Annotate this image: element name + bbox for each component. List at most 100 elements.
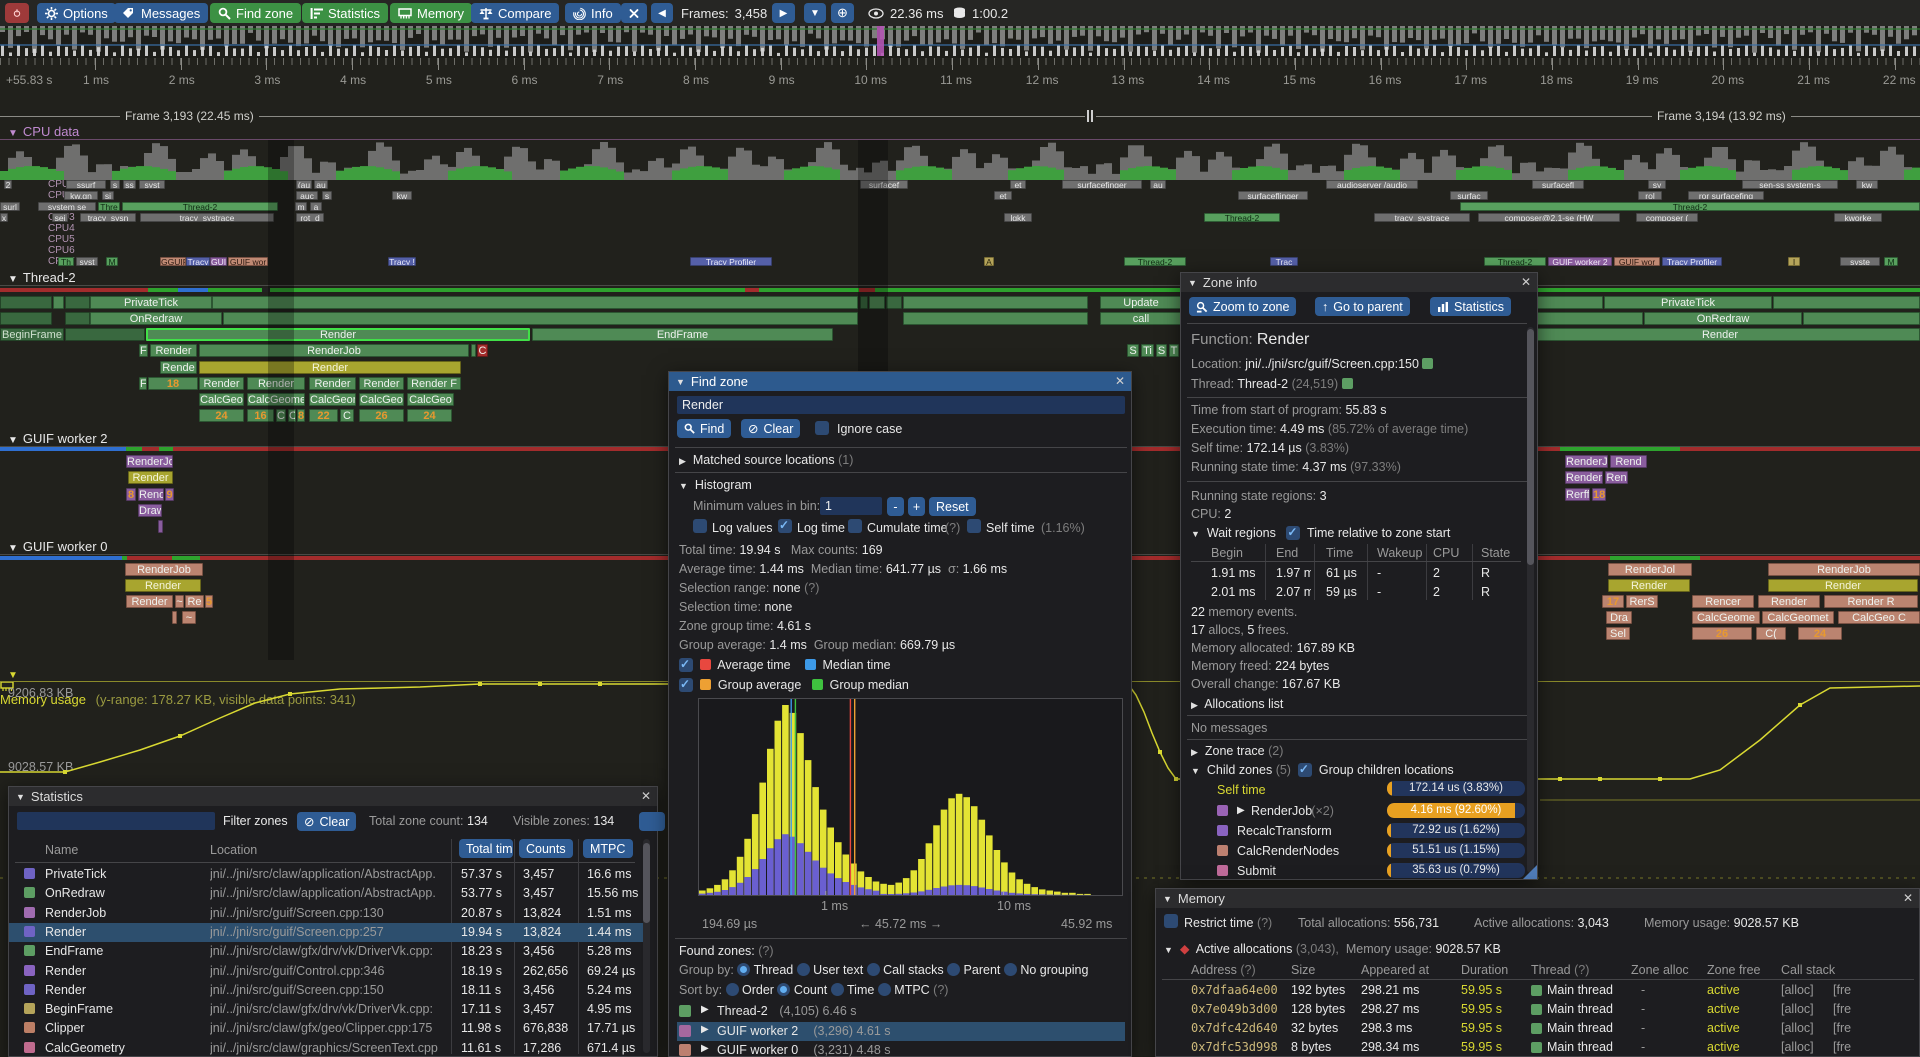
wait-column-header[interactable]: State bbox=[1481, 546, 1510, 560]
child-zone-name[interactable]: RenderJob bbox=[1251, 804, 1312, 818]
show-group-checkbox[interactable] bbox=[679, 678, 693, 692]
zone-info-scrollbar[interactable] bbox=[1527, 327, 1534, 873]
callstack-free[interactable]: [fre bbox=[1833, 1002, 1851, 1016]
wait-column-header[interactable]: CPU bbox=[1433, 546, 1459, 560]
self-time-checkbox[interactable] bbox=[967, 519, 981, 533]
log-values-checkbox[interactable] bbox=[693, 519, 707, 533]
find-zone-panel-titlebar[interactable]: ▼ Find zone ✕ bbox=[669, 372, 1131, 391]
min-bin-increment[interactable]: + bbox=[908, 497, 925, 516]
expand-arrow-icon[interactable]: ▶ bbox=[701, 1043, 709, 1054]
find-button[interactable]: Find bbox=[677, 419, 731, 438]
collapse-arrow-icon[interactable]: ▼ bbox=[1163, 894, 1172, 904]
table-row[interactable]: RenderJobjni/../jni/src/guif/Screen.cpp:… bbox=[9, 904, 649, 923]
expand-arrow-icon[interactable]: ▶ bbox=[1191, 700, 1198, 710]
group-by-option-label[interactable]: Parent bbox=[960, 963, 1004, 977]
column-name[interactable]: Name bbox=[45, 843, 78, 857]
table-row[interactable]: 0x7dfc53d9988 bytes298.34 ms59.95 sMain … bbox=[1156, 1038, 1919, 1056]
callstack-free[interactable]: [fre bbox=[1833, 983, 1851, 997]
restrict-time-checkbox[interactable] bbox=[1164, 914, 1178, 928]
collapse-arrow-icon[interactable]: ▼ bbox=[1191, 766, 1200, 776]
allocations-list-label[interactable]: Allocations list bbox=[1204, 697, 1283, 711]
wait-regions-label[interactable]: Wait regions bbox=[1207, 526, 1276, 540]
filter-zones-input[interactable] bbox=[17, 812, 215, 830]
thread-color-swatch[interactable] bbox=[1342, 378, 1353, 389]
found-group-row[interactable]: ▶GUIF worker 2(3,296) 4.61 s bbox=[677, 1022, 1125, 1041]
memory-column-header[interactable]: Thread (?) bbox=[1531, 963, 1589, 977]
table-row[interactable]: Renderjni/../jni/src/guif/Screen.cpp:150… bbox=[9, 981, 649, 1000]
statistics-scrollbar[interactable] bbox=[643, 839, 650, 1053]
group-children-checkbox[interactable] bbox=[1298, 763, 1312, 777]
group-by-option-radio[interactable] bbox=[867, 963, 880, 976]
wait-column-header[interactable]: Time bbox=[1326, 546, 1353, 560]
sort-by-option-radio[interactable] bbox=[831, 983, 844, 996]
memory-column-header[interactable]: Appeared at bbox=[1361, 963, 1429, 977]
memory-column-header[interactable]: Zone alloc bbox=[1631, 963, 1689, 977]
table-row[interactable]: PrivateTickjni/../jni/src/claw/applicati… bbox=[9, 865, 649, 884]
close-icon[interactable]: ✕ bbox=[1115, 374, 1125, 388]
clear-button[interactable]: ⊘Clear bbox=[741, 419, 800, 438]
sort-by-option-label[interactable]: Order bbox=[739, 983, 778, 997]
child-zone-name[interactable]: Submit bbox=[1237, 864, 1276, 878]
table-row[interactable]: CalcGeometryjni/../jni/src/claw/graphics… bbox=[9, 1039, 649, 1057]
wait-column-header[interactable]: Wakeup bbox=[1377, 546, 1422, 560]
expand-arrow-icon[interactable]: ▶ bbox=[701, 1004, 709, 1015]
help-icon[interactable]: (?) bbox=[804, 581, 819, 595]
reset-button[interactable]: Reset bbox=[929, 497, 976, 516]
help-icon[interactable]: (?) bbox=[933, 983, 948, 997]
zone-statistics-button[interactable]: Statistics bbox=[1430, 297, 1511, 316]
min-bin-input[interactable]: 1 bbox=[820, 497, 882, 515]
expand-arrow-icon[interactable]: ▶ bbox=[1237, 805, 1245, 816]
cut-button[interactable] bbox=[639, 812, 665, 831]
ignore-case-checkbox[interactable] bbox=[815, 421, 829, 435]
collapse-arrow-icon[interactable]: ▼ bbox=[1188, 278, 1197, 288]
expand-arrow-icon[interactable]: ▶ bbox=[701, 1024, 709, 1035]
group-by-option-label[interactable]: User text bbox=[810, 963, 867, 977]
group-by-option-label[interactable]: Call stacks bbox=[880, 963, 947, 977]
group-by-option-radio[interactable] bbox=[1004, 963, 1017, 976]
group-by-option-radio[interactable] bbox=[947, 963, 960, 976]
callstack-alloc[interactable]: [alloc] bbox=[1781, 983, 1814, 997]
memory-column-header[interactable]: Duration bbox=[1461, 963, 1508, 977]
close-icon[interactable]: ✕ bbox=[641, 789, 651, 803]
help-icon[interactable]: (?) bbox=[758, 944, 773, 958]
collapse-arrow-icon[interactable]: ▼ bbox=[676, 377, 685, 387]
table-row[interactable]: Renderjni/../jni/src/guif/Control.cpp:34… bbox=[9, 962, 649, 981]
memory-panel-titlebar[interactable]: ▼ Memory ✕ bbox=[1156, 889, 1919, 908]
callstack-alloc[interactable]: [alloc] bbox=[1781, 1021, 1814, 1035]
find-zone-histogram[interactable] bbox=[698, 698, 1123, 896]
column-location[interactable]: Location bbox=[210, 843, 257, 857]
memory-column-header[interactable]: Call stack bbox=[1781, 963, 1835, 977]
sort-total-time-button[interactable]: Total time bbox=[459, 839, 513, 858]
sort-by-option-radio[interactable] bbox=[726, 983, 739, 996]
memory-column-header[interactable]: Size bbox=[1291, 963, 1315, 977]
sort-by-option-label[interactable]: MTPC bbox=[891, 983, 933, 997]
table-row[interactable]: 0x7dfc42d64032 bytes298.3 ms59.95 sMain … bbox=[1156, 1019, 1919, 1038]
child-zone-name[interactable]: CalcRenderNodes bbox=[1237, 844, 1339, 858]
cumulate-time-checkbox[interactable] bbox=[848, 519, 862, 533]
group-by-option-label[interactable]: No grouping bbox=[1017, 963, 1089, 977]
min-bin-decrement[interactable]: - bbox=[887, 497, 904, 516]
histogram-section-label[interactable]: Histogram bbox=[695, 478, 752, 492]
help-icon[interactable]: (?) bbox=[1257, 916, 1272, 930]
help-icon[interactable]: (?) bbox=[945, 521, 960, 535]
table-row[interactable]: OnRedrawjni/../jni/src/claw/application/… bbox=[9, 884, 649, 903]
help-icon[interactable]: (?) bbox=[1240, 963, 1255, 977]
expand-arrow-icon[interactable]: ▶ bbox=[679, 456, 686, 466]
collapse-arrow-icon[interactable]: ▼ bbox=[1191, 529, 1200, 539]
found-group-row[interactable]: ▶GUIF worker 0(3,231) 4.48 s bbox=[677, 1041, 1125, 1057]
zone-trace-label[interactable]: Zone trace bbox=[1205, 744, 1265, 758]
collapse-arrow-icon[interactable]: ▼ bbox=[16, 792, 25, 802]
child-zones-label[interactable]: Child zones bbox=[1207, 763, 1272, 777]
collapse-arrow-icon[interactable]: ▼ bbox=[1164, 945, 1173, 955]
resize-handle[interactable] bbox=[1523, 865, 1537, 879]
group-by-option-radio[interactable] bbox=[797, 963, 810, 976]
go-to-parent-button[interactable]: ↑Go to parent bbox=[1315, 297, 1410, 316]
find-zone-search-input[interactable]: Render bbox=[677, 396, 1125, 414]
sort-by-option-radio[interactable] bbox=[777, 983, 790, 996]
found-group-row[interactable]: ▶Thread-2(4,105) 6.46 s bbox=[677, 1002, 1125, 1021]
table-row[interactable]: Clipperjni/../jni/src/claw/gfx/geo/Clipp… bbox=[9, 1019, 649, 1038]
sort-by-option-label[interactable]: Count bbox=[790, 983, 830, 997]
statistics-panel-titlebar[interactable]: ▼ Statistics ✕ bbox=[9, 787, 657, 806]
table-row[interactable]: 0x7e049b3d00128 bytes298.27 ms59.95 sMai… bbox=[1156, 1000, 1919, 1019]
memory-column-header[interactable]: Zone free bbox=[1707, 963, 1761, 977]
